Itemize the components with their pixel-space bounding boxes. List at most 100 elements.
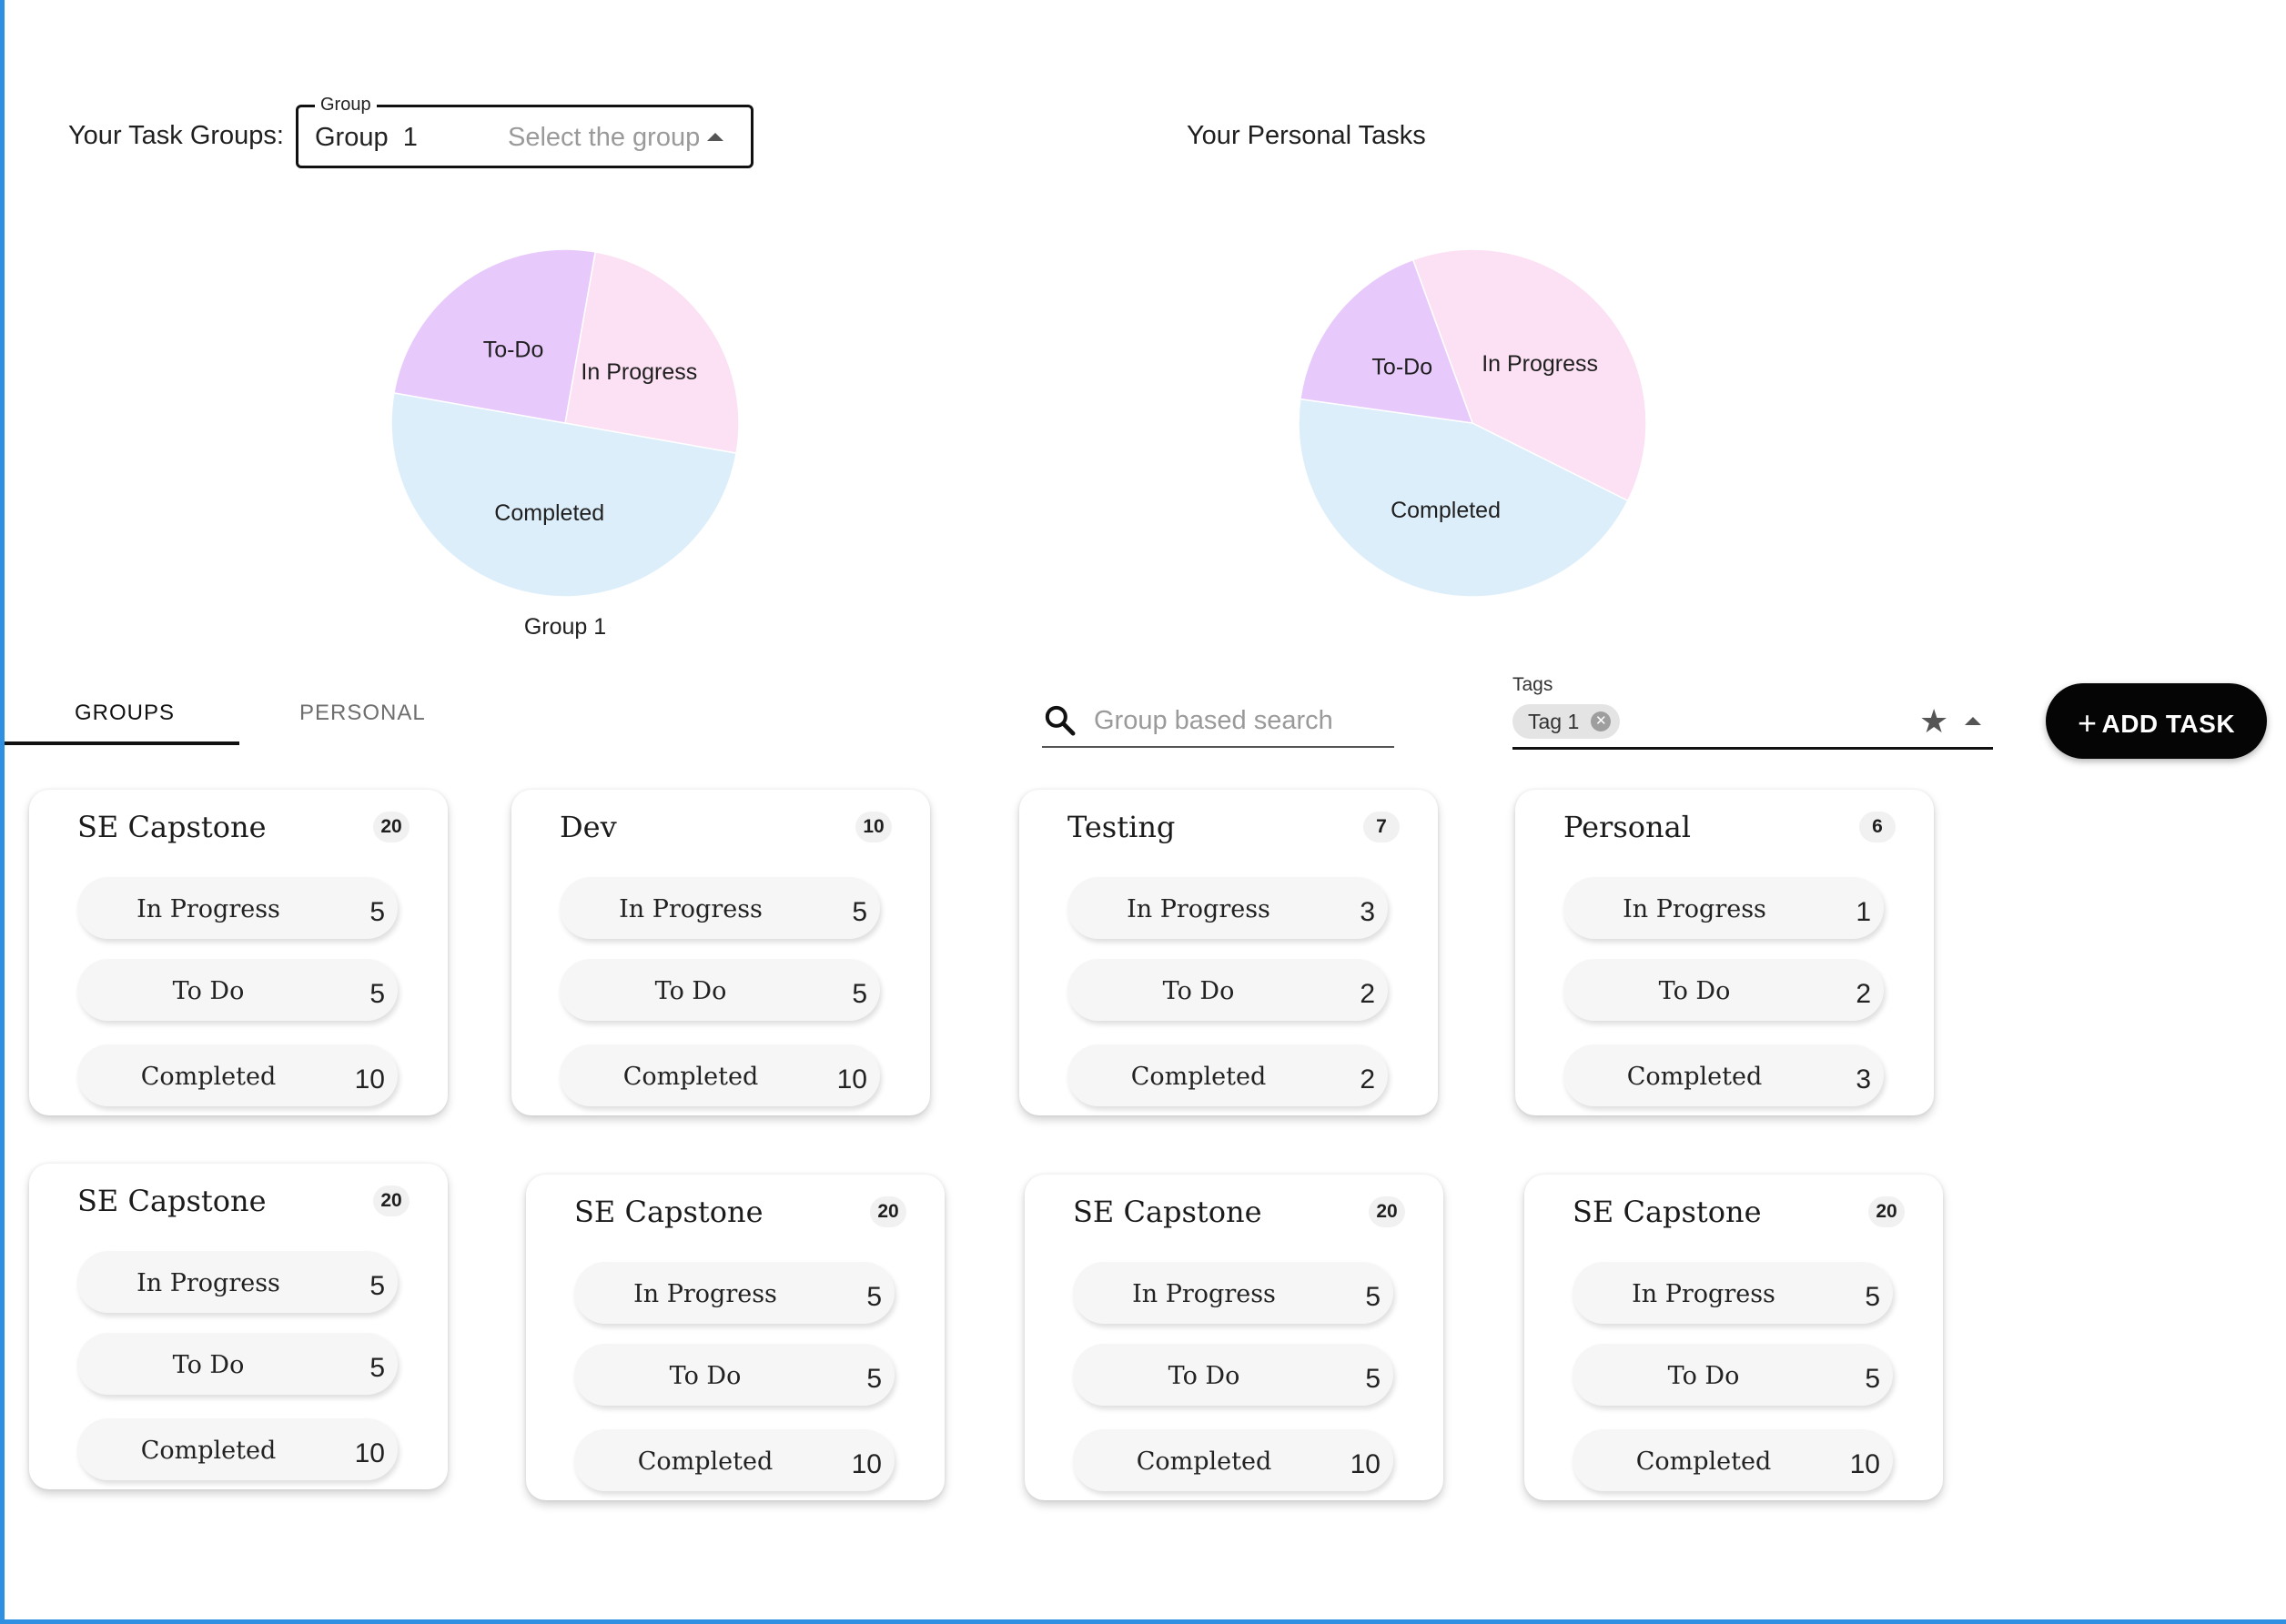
tag-chip[interactable]: Tag 1 ✕	[1512, 704, 1621, 739]
card-title: Dev	[560, 810, 617, 844]
status-label: In Progress	[619, 895, 763, 923]
status-row-completed[interactable]: Completed 10	[77, 1418, 398, 1480]
status-count: 3	[1360, 897, 1375, 927]
status-label: To Do	[1162, 977, 1235, 1005]
star-icon[interactable]: ★	[1919, 702, 1948, 741]
status-row-todo[interactable]: To Do 5	[1573, 1344, 1893, 1406]
chip-remove-icon[interactable]: ✕	[1591, 711, 1612, 731]
group-pie-slice-label: In Progress	[581, 359, 697, 385]
card-title: Personal	[1563, 810, 1691, 844]
status-label: To Do	[1168, 1362, 1240, 1390]
window-frame-bottom	[0, 1619, 2286, 1624]
status-label: To Do	[669, 1362, 742, 1390]
task-group-card[interactable]: SE Capstone 20 In Progress 5 To Do 5 Com…	[1025, 1175, 1443, 1500]
status-count: 2	[1856, 979, 1871, 1009]
status-label: To Do	[654, 977, 727, 1005]
status-count: 5	[1865, 1364, 1880, 1394]
card-count-badge: 6	[1859, 812, 1896, 842]
tag-chip-label: Tag 1	[1528, 710, 1580, 733]
task-group-card[interactable]: SE Capstone 20 In Progress 5 To Do 5 Com…	[29, 790, 448, 1115]
group-pie-slice-label: Completed	[494, 500, 604, 526]
caret-up-icon[interactable]	[707, 133, 723, 141]
task-groups-label: Your Task Groups:	[68, 121, 284, 150]
status-label: In Progress	[137, 895, 280, 923]
status-row-in-progress[interactable]: In Progress 1	[1563, 877, 1884, 939]
search-input[interactable]	[1094, 701, 1385, 741]
status-row-in-progress[interactable]: In Progress 5	[77, 877, 398, 939]
status-label: In Progress	[1132, 1280, 1276, 1308]
task-group-card[interactable]: Personal 6 In Progress 1 To Do 2 Complet…	[1515, 790, 1934, 1115]
task-group-card[interactable]: SE Capstone 20 In Progress 5 To Do 5 Com…	[29, 1164, 448, 1489]
group-select-legend: Group	[315, 95, 377, 116]
task-group-card[interactable]: Testing 7 In Progress 3 To Do 2 Complete…	[1019, 790, 1438, 1115]
status-row-completed[interactable]: Completed 10	[1573, 1429, 1893, 1491]
status-label: In Progress	[1127, 895, 1270, 923]
tab-groups[interactable]: GROUPS	[75, 701, 175, 726]
status-count: 5	[1865, 1282, 1880, 1312]
status-row-completed[interactable]: Completed 10	[574, 1429, 895, 1491]
status-count: 10	[354, 1438, 385, 1468]
status-row-in-progress[interactable]: In Progress 5	[560, 877, 880, 939]
status-label: To Do	[1658, 977, 1731, 1005]
card-title: SE Capstone	[574, 1195, 764, 1229]
status-row-todo[interactable]: To Do 5	[560, 959, 880, 1021]
status-count: 2	[1360, 979, 1375, 1009]
status-label: Completed	[140, 1437, 277, 1465]
personal-tasks-title: Your Personal Tasks	[1187, 121, 1426, 150]
status-row-in-progress[interactable]: In Progress 5	[1073, 1262, 1393, 1324]
status-row-todo[interactable]: To Do 5	[77, 1333, 398, 1395]
add-task-button[interactable]: + ADD TASK	[2046, 683, 2267, 759]
status-label: To Do	[172, 1351, 245, 1379]
task-group-card[interactable]: SE Capstone 20 In Progress 5 To Do 5 Com…	[526, 1175, 945, 1500]
card-count-badge: 20	[1868, 1196, 1905, 1227]
status-row-in-progress[interactable]: In Progress 5	[77, 1251, 398, 1313]
task-group-card[interactable]: Dev 10 In Progress 5 To Do 5 Completed 1…	[511, 790, 930, 1115]
active-tab-indicator	[5, 741, 239, 745]
status-count: 5	[369, 1353, 385, 1383]
status-row-todo[interactable]: To Do 2	[1563, 959, 1884, 1021]
status-label: Completed	[622, 1063, 759, 1091]
group-pie-caption: Group 1	[523, 614, 607, 640]
status-row-todo[interactable]: To Do 5	[1073, 1344, 1393, 1406]
status-count: 5	[369, 897, 385, 927]
status-label: Completed	[1626, 1063, 1763, 1091]
status-row-completed[interactable]: Completed 10	[560, 1044, 880, 1106]
status-row-completed[interactable]: Completed 3	[1563, 1044, 1884, 1106]
status-row-todo[interactable]: To Do 5	[77, 959, 398, 1021]
group-select[interactable]: Group Group 1 Select the group	[296, 95, 754, 168]
tags-field[interactable]: Tag 1 ✕ ★	[1512, 701, 1993, 750]
status-row-in-progress[interactable]: In Progress 5	[1573, 1262, 1893, 1324]
status-count: 5	[369, 979, 385, 1009]
status-count: 5	[866, 1364, 882, 1394]
group-pie-slice-to-do	[393, 248, 597, 424]
plus-icon: +	[2077, 703, 2098, 741]
window-frame-left	[0, 0, 5, 1624]
status-label: To Do	[1667, 1362, 1740, 1390]
personal-pie-svg: In Progress Completed To-Do	[1298, 248, 1647, 598]
card-count-badge: 20	[870, 1196, 906, 1227]
status-label: To Do	[172, 977, 245, 1005]
personal-pie-slice-label: To-Do	[1371, 355, 1432, 380]
status-row-completed[interactable]: Completed 10	[1073, 1429, 1393, 1491]
status-count: 10	[836, 1064, 867, 1094]
status-row-in-progress[interactable]: In Progress 3	[1067, 877, 1388, 939]
status-count: 10	[1350, 1449, 1381, 1479]
status-row-completed[interactable]: Completed 2	[1067, 1044, 1388, 1106]
status-label: In Progress	[1623, 895, 1766, 923]
status-row-todo[interactable]: To Do 2	[1067, 959, 1388, 1021]
group-select-value: Group 1	[315, 123, 418, 152]
status-count: 10	[354, 1064, 385, 1094]
status-count: 10	[1849, 1449, 1880, 1479]
status-row-todo[interactable]: To Do 5	[574, 1344, 895, 1406]
group-search[interactable]	[1042, 701, 1394, 748]
status-count: 5	[866, 1282, 882, 1312]
status-row-in-progress[interactable]: In Progress 5	[574, 1262, 895, 1324]
card-count-badge: 20	[373, 812, 410, 842]
tab-personal[interactable]: PERSONAL	[299, 701, 426, 726]
caret-up-icon[interactable]	[1965, 717, 1981, 725]
status-row-completed[interactable]: Completed 10	[77, 1044, 398, 1106]
task-group-card[interactable]: SE Capstone 20 In Progress 5 To Do 5 Com…	[1524, 1175, 1943, 1500]
status-count: 1	[1856, 897, 1871, 927]
card-count-badge: 10	[855, 812, 892, 842]
status-label: Completed	[637, 1447, 774, 1476]
